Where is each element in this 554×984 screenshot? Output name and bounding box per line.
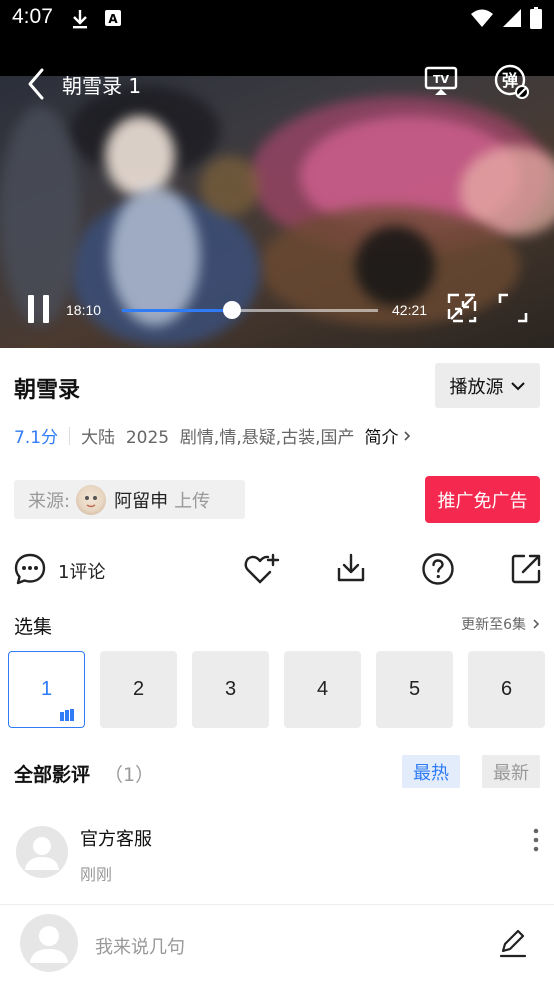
episode-button-6[interactable]: 6 [468, 651, 545, 728]
ad-free-button[interactable]: 推广免广告 [425, 476, 540, 523]
review-item: 官方客服 刚刚 [0, 815, 554, 895]
progress-bar[interactable] [122, 301, 378, 319]
more-vertical-icon[interactable] [530, 827, 542, 853]
signal-icon [503, 9, 521, 27]
episode-button-2[interactable]: 2 [100, 651, 177, 728]
episode-label: 6 [500, 678, 513, 700]
episodes-title: 选集 [14, 616, 53, 638]
download-icon [73, 10, 87, 29]
current-time: 18:10 [66, 302, 102, 318]
show-meta: 7.1分 大陆 2025 剧情,情,悬疑,古装,国产 简介 [14, 423, 411, 448]
progress-fill [122, 309, 232, 312]
comment-composer: 我来说几句 [0, 905, 554, 984]
player-top-bar: 朝雪录 1 TV 弹 [0, 64, 554, 104]
total-time: 42:21 [392, 302, 428, 318]
uploader-avatar [76, 484, 107, 515]
uploader-name: 阿留申 [114, 490, 169, 512]
play-source-label: 播放源 [449, 376, 504, 398]
notification-a-icon: A [105, 10, 121, 26]
favorite-add-icon[interactable] [244, 552, 280, 586]
comment-count[interactable]: 1评论 [58, 558, 105, 584]
chevron-down-icon [510, 381, 525, 390]
video-title: 朝雪录 1 [62, 74, 142, 98]
wifi-icon [471, 9, 493, 27]
download-icon[interactable] [334, 552, 368, 586]
sort-new-button[interactable]: 最新 [482, 755, 540, 788]
player-controls: 18:10 42:21 [0, 288, 554, 332]
uploader-suffix: 上传 [174, 490, 211, 512]
show-title: 朝雪录 [14, 378, 81, 403]
playing-indicator-icon [60, 709, 74, 721]
pause-icon[interactable] [26, 294, 52, 324]
meta-text: 大陆 2025 剧情,情,悬疑,古装,国产 [81, 428, 355, 448]
episode-button-5[interactable]: 5 [376, 651, 453, 728]
episode-list: 1 2 3 4 5 6 [8, 651, 545, 728]
chevron-right-icon [403, 430, 410, 441]
review-time: 刚刚 [80, 865, 113, 884]
chevron-right-icon [533, 619, 540, 629]
help-icon[interactable] [421, 552, 455, 586]
default-avatar-icon [25, 837, 59, 870]
episode-label: 4 [316, 678, 329, 700]
episode-button-1[interactable]: 1 [8, 651, 85, 728]
play-source-button[interactable]: 播放源 [435, 363, 540, 408]
battery-icon [530, 7, 542, 29]
episodes-update-text: 更新至6集 [461, 617, 526, 633]
review-avatar[interactable] [16, 826, 68, 878]
edit-pen-icon[interactable] [498, 927, 528, 959]
episode-label: 1 [40, 678, 53, 700]
fullscreen-icon[interactable] [498, 293, 528, 323]
action-row: 1评论 [0, 548, 554, 592]
danmu-toggle-icon[interactable]: 弹 [494, 64, 530, 100]
episode-button-4[interactable]: 4 [284, 651, 361, 728]
uploader-tag: 来源: 阿留申 上传 [14, 480, 245, 519]
score: 7.1分 [14, 428, 59, 448]
meta-divider [69, 426, 71, 445]
episode-label: 3 [224, 678, 237, 700]
status-bar: 4:07 A [0, 0, 554, 38]
comment-input[interactable]: 我来说几句 [95, 933, 185, 959]
comment-icon[interactable] [13, 552, 47, 586]
episode-label: 5 [408, 678, 421, 700]
svg-text:弹: 弹 [502, 71, 518, 90]
video-player[interactable]: 朝雪录 1 TV 弹 18:10 42:21 [0, 38, 554, 348]
episodes-update[interactable]: 更新至6集 [461, 614, 540, 634]
reviews-count: （1） [104, 764, 155, 786]
mini-window-icon[interactable] [447, 293, 477, 323]
review-user: 官方客服 [80, 829, 152, 850]
svg-text:A: A [108, 12, 118, 26]
svg-text:TV: TV [433, 73, 450, 86]
share-icon[interactable] [509, 552, 543, 586]
my-avatar [20, 914, 78, 972]
intro-link[interactable]: 简介 [365, 423, 411, 448]
tv-cast-icon[interactable]: TV [424, 64, 458, 98]
back-arrow-icon[interactable] [22, 66, 48, 102]
progress-knob[interactable] [222, 301, 241, 319]
reviews-title: 全部影评 [14, 764, 91, 786]
intro-label: 简介 [364, 428, 399, 448]
episode-label: 2 [132, 678, 145, 700]
episode-button-3[interactable]: 3 [192, 651, 269, 728]
default-avatar-icon [30, 926, 68, 963]
sort-hot-button[interactable]: 最热 [402, 755, 460, 788]
status-time: 4:07 [12, 5, 53, 28]
uploader-label: 来源: [28, 490, 71, 512]
